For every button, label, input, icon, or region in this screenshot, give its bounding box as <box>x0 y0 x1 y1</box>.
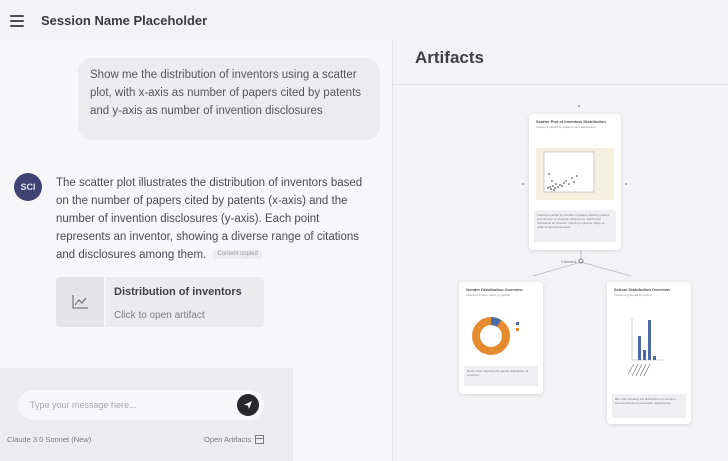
assistant-message: The scatter plot illustrates the distrib… <box>56 174 376 264</box>
session-title: Session Name Placeholder <box>41 12 208 28</box>
node-subtitle: Inventors grouped by school <box>614 293 652 297</box>
message-input[interactable] <box>30 397 230 413</box>
node-title: Scatter Plot of Inventors Distribution <box>536 119 606 124</box>
artifact-subtitle: Click to open artifact <box>114 310 205 321</box>
node-subtitle: Inventors broken down by gender <box>466 293 511 297</box>
assistant-avatar: SCI <box>14 173 42 201</box>
node-caption: Inventors plotted by number of papers ci… <box>534 210 616 242</box>
send-button[interactable] <box>237 394 259 416</box>
bar-thumbnail <box>627 318 664 377</box>
message-input-box <box>18 390 264 420</box>
node-title: School Distribution Overview <box>614 287 670 292</box>
chart-icon <box>56 277 104 327</box>
user-message: Show me the distribution of inventors us… <box>78 58 380 140</box>
edge-label: Connect <box>561 259 576 264</box>
open-artifacts-label: Open Artifacts <box>204 435 252 444</box>
donut-thumbnail <box>472 317 519 355</box>
artifact-node-gender[interactable]: Gender Distribution Overview Inventors b… <box>459 282 543 394</box>
model-selector[interactable]: Claude 3.0 Sonnet (New) <box>7 435 91 444</box>
artifact-node-school[interactable]: School Distribution Overview Inventors g… <box>607 282 691 424</box>
node-subtitle: Inventors plotted by citations and discl… <box>536 125 596 129</box>
composer: Claude 3.0 Sonnet (New) Open Artifacts <box>0 368 293 461</box>
node-caption: Bar chart showing the distribution of in… <box>612 394 686 418</box>
node-caption: Donut chart showing the gender distribut… <box>464 366 538 386</box>
copy-status-tag: Content copied <box>213 250 262 260</box>
artifact-title: Distribution of inventors <box>114 286 242 298</box>
scatter-thumbnail <box>536 148 614 200</box>
send-icon <box>244 401 252 409</box>
artifact-node-scatter[interactable]: Scatter Plot of Inventors Distribution I… <box>529 114 621 250</box>
menu-icon[interactable] <box>10 14 24 27</box>
node-title: Gender Distribution Overview <box>466 287 523 292</box>
top-bar: Session Name Placeholder <box>0 0 728 40</box>
chat-panel: Show me the distribution of inventors us… <box>0 40 392 461</box>
assistant-message-text: The scatter plot illustrates the distrib… <box>56 177 363 261</box>
panel-icon <box>255 435 265 444</box>
open-artifacts-button[interactable]: Open Artifacts <box>204 435 265 444</box>
artifacts-pane: Artifacts Connect Scatter Plot of Invent… <box>392 40 728 461</box>
artifact-card[interactable]: Distribution of inventors Click to open … <box>56 277 264 327</box>
